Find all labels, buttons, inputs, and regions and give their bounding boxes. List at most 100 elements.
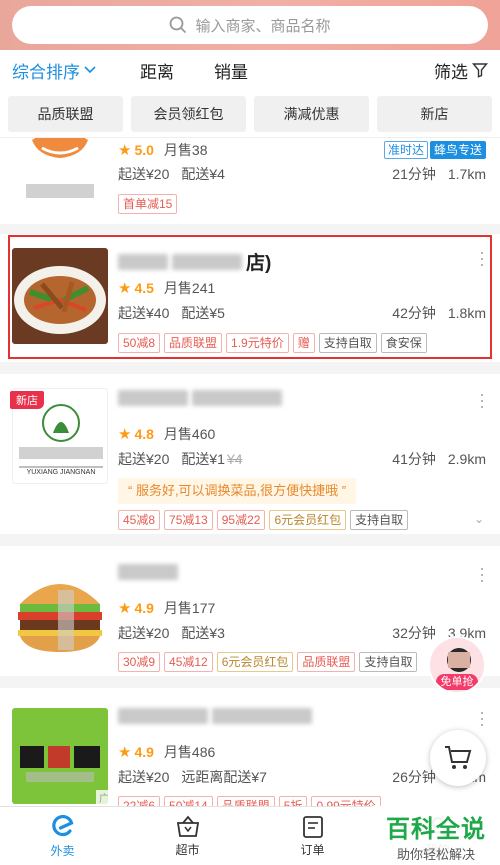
delivery-time: 42分钟 [392, 305, 436, 321]
promo-tag: 1.9元特价 [226, 333, 289, 353]
order-icon [302, 815, 323, 838]
shop-name [118, 708, 316, 724]
monthly-sales: 月售177 [163, 600, 216, 616]
promo-tag: 支持自取 [318, 333, 377, 353]
promo-tag: 45减8 [118, 510, 161, 530]
watermark: 百科全说 助你轻松解决 [372, 806, 500, 865]
top-banner: 输入商家、商品名称 [0, 0, 500, 50]
tab-supermarket[interactable]: 超市 [125, 807, 250, 865]
shop-thumbnail [12, 138, 108, 216]
promo-tag: 品质联盟 [216, 796, 275, 806]
star-icon: ★ [118, 426, 132, 443]
promo-label: 免单抢 [436, 674, 478, 690]
promo-tag: 75减13 [164, 510, 213, 530]
promo-tag: 50减14 [164, 796, 213, 806]
shop-thumbnail [12, 248, 108, 344]
search-bar[interactable]: 输入商家、商品名称 [12, 6, 488, 44]
promo-tag: 95减22 [216, 510, 266, 530]
tab-orders[interactable]: 订单 [250, 807, 375, 865]
promo-tag: 品质联盟 [297, 652, 356, 672]
shop-thumbnail: 广告 [12, 708, 108, 804]
shop-card[interactable]: 店) ··· ★ 4.5 月售241 起送¥40 配送¥5 42分钟 1.8km… [0, 234, 500, 362]
shop-card[interactable]: 广告 ··· ★ 4.9 月售486 起送¥20 远距离配送¥7 26分钟 3.… [0, 688, 500, 806]
promo-tag: 6元会员红包 [269, 510, 347, 530]
promo-tags: 50减8 品质联盟 1.9元特价 赠 支持自取 食安保 [118, 333, 427, 353]
sort-default-label: 综合排序 [12, 62, 80, 82]
promo-tag: 30减9 [118, 652, 161, 672]
shop-rating-row: ★ 4.9 月售177 [118, 598, 486, 618]
star-icon: ★ [118, 600, 132, 617]
promo-tag: 45减12 [164, 652, 213, 672]
distance: 1.8km [447, 305, 486, 321]
monthly-sales: 月售460 [163, 426, 216, 442]
chevron-down-icon[interactable]: ⌄ [474, 512, 484, 526]
delivery-time: 26分钟 [392, 769, 436, 785]
rating-value: 4.8 [134, 426, 154, 442]
promo-tag: 支持自取 [359, 652, 418, 672]
shop-rating-row: ★ 5.0 月售38 准时达 蜂鸟专送 [118, 140, 486, 160]
more-icon[interactable]: ··· [473, 710, 493, 728]
chip-discount[interactable]: 满减优惠 [254, 95, 369, 132]
promo-tag: 5折 [278, 796, 308, 806]
shop-thumbnail [12, 564, 108, 660]
filter-button[interactable]: 筛选 [434, 58, 488, 83]
shop-name [118, 564, 182, 580]
star-icon: ★ [118, 744, 132, 761]
shop-list: ★ 5.0 月售38 准时达 蜂鸟专送 起送¥20 配送¥4 21分钟 1.7k… [0, 138, 500, 806]
monthly-sales: 月售486 [163, 744, 216, 760]
rating-value: 4.5 [134, 280, 154, 296]
min-order: 起送¥40 [118, 305, 170, 321]
more-icon[interactable]: ··· [473, 392, 493, 410]
promo-tag: 首单减15 [118, 194, 178, 214]
sort-distance[interactable]: 距离 [140, 58, 174, 83]
tab-takeout[interactable]: 外卖 [0, 807, 125, 865]
shop-name: 店) [118, 248, 271, 275]
original-delivery-fee: ¥4 [226, 451, 243, 467]
promo-tag: 食安保 [380, 333, 427, 353]
chip-quality[interactable]: 品质联盟 [8, 95, 123, 132]
star-icon: ★ [118, 280, 132, 297]
promo-tag: 22减6 [118, 796, 161, 806]
logo-text: YUXIANG JIANGNAN [27, 469, 96, 476]
shop-delivery-row: 起送¥40 配送¥5 42分钟 1.8km [118, 303, 486, 323]
chip-member-coupon[interactable]: 会员领红包 [131, 95, 246, 132]
delivery-fee: 配送¥4 [181, 166, 225, 182]
filter-label: 筛选 [434, 62, 468, 82]
shop-rating-row: ★ 4.5 月售241 [118, 278, 486, 298]
min-order: 起送¥20 [118, 166, 170, 182]
delivery-time: 41分钟 [392, 451, 436, 467]
sort-sales[interactable]: 销量 [214, 58, 248, 83]
delivery-time: 32分钟 [392, 625, 436, 641]
tab-label: 订单 [300, 842, 325, 857]
shop-rating-row: ★ 4.8 月售460 [118, 424, 486, 444]
min-order: 起送¥20 [118, 769, 170, 785]
shop-delivery-row: 起送¥20 远距离配送¥7 26分钟 3.8km [118, 767, 486, 787]
review-snippet: “ 服务好,可以调换菜品,很方便快捷哦 ” [118, 478, 357, 504]
free-order-promo-button[interactable]: 免单抢 [428, 636, 486, 694]
shop-card[interactable]: ··· ★ 4.9 月售177 起送¥20 配送¥3 32分钟 3.9km 30… [0, 546, 500, 676]
shop-card[interactable]: ★ 5.0 月售38 准时达 蜂鸟专送 起送¥20 配送¥4 21分钟 1.7k… [0, 138, 500, 224]
shop-delivery-row: 起送¥20 配送¥3 32分钟 3.9km [118, 623, 486, 643]
rating-value: 5.0 [134, 142, 154, 158]
sort-default[interactable]: 综合排序 [12, 58, 96, 83]
delivery-fee: 配送¥5 [181, 305, 225, 321]
delivery-fee: 配送¥3 [181, 625, 225, 641]
shop-card[interactable]: YUXIANG JIANGNAN ··· ★ 4.8 月售460 起送¥20 配… [0, 374, 500, 534]
promo-tag: 0.99元特价 [311, 796, 381, 806]
sort-bar: 综合排序 距离 销量 筛选 [0, 50, 500, 90]
min-order: 起送¥20 [118, 451, 170, 467]
chip-new-shop[interactable]: 新店 [377, 95, 492, 132]
chevron-down-icon [84, 66, 96, 74]
more-icon[interactable]: ··· [473, 566, 493, 584]
cart-icon [445, 746, 472, 769]
monthly-sales: 月售38 [163, 142, 208, 158]
eleme-logo-icon [51, 814, 73, 836]
delivery-badge: 蜂鸟专送 [429, 141, 486, 159]
promo-tag: 6元会员红包 [216, 652, 294, 672]
more-icon[interactable]: ··· [473, 250, 493, 268]
promo-tag: 品质联盟 [164, 333, 223, 353]
promo-tags: 22减6 50减14 品质联盟 5折 0.99元特价 [118, 796, 381, 806]
delivery-fee: 远距离配送¥7 [181, 769, 267, 785]
cart-button[interactable] [430, 730, 486, 786]
shop-delivery-row: 起送¥20 配送¥4 21分钟 1.7km [118, 164, 486, 184]
